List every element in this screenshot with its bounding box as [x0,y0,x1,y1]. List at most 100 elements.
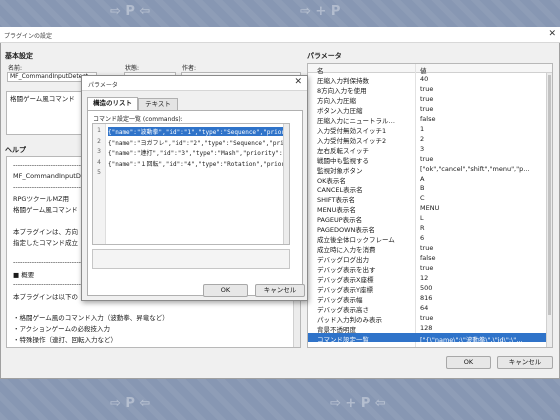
cancel-button[interactable]: キャンセル [497,356,553,369]
parameter-row[interactable]: PAGEDOWN表示名 R [308,223,552,234]
command-row-text: {"name":"連打","id":"3","type":"Mash","pri… [108,150,288,157]
command-row-number: 5 [97,169,101,176]
parameter-row[interactable]: 戦闘中も監視する true [308,154,552,165]
parameter-value: false [420,114,436,123]
dialog-ok-button[interactable]: OK [203,284,248,297]
parameter-value: 500 [420,283,433,292]
window-title: プラグインの設定 [4,33,53,40]
command-row[interactable]: 1 {"name":"波動拳","id":"1","type":"Sequence… [93,126,289,136]
parameter-row[interactable]: 方向入力圧縮 true [308,94,552,105]
window-titlebar: プラグインの設定 ✕ [0,27,560,43]
command-row-number: 3 [97,148,101,155]
parameter-row[interactable]: ボタン入力圧縮 true [308,104,552,115]
command-row[interactable]: 2 {"name":"ヨガフレ","id":"2","type":"Sequenc… [93,137,289,147]
status-label: 状態: [125,65,140,72]
help-line: ■ 概要 [13,271,35,279]
command-row[interactable]: 5 [93,168,289,178]
parameter-value: 1 [420,124,425,133]
parameter-row[interactable]: デバッグ表示幅 816 [308,293,552,304]
parameter-value: true [420,94,434,103]
parameter-value: A [420,174,425,183]
parameter-value: C [420,194,425,203]
background-pattern: ⇨ + P ⇦ [330,396,386,411]
parameter-row[interactable]: 入力受付無効スイッチ2 2 [308,134,552,145]
help-line: 格闘ゲーム風コマンド [13,206,78,215]
command-row-number: 4 [97,158,101,166]
dialog-cancel-button[interactable]: キャンセル [255,284,305,297]
parameter-row[interactable]: コマンド設定一覧 ["{\"name\":\"波動拳\",\"id\":\"… [308,332,552,344]
help-line: 本プラグインは、方向 [13,227,78,236]
parameter-row[interactable]: デバッグ表示Y座標 500 [308,283,552,294]
parameters-scrollbar-thumb[interactable] [548,75,551,315]
description-text: 格闘ゲーム風コマンド [10,95,75,103]
parameter-value: true [420,84,434,93]
tab-text[interactable]: テキスト [138,98,178,110]
parameter-row[interactable]: 監視対象ボタン ["ok","cancel","shift","menu","p… [308,164,552,175]
parameter-value: MENU [420,204,440,213]
command-row[interactable]: 4 {"name":"１回転","id":"4","type":"Rotation… [93,158,289,168]
parameter-value: true [420,154,434,163]
parameter-row[interactable]: MENU表示名 MENU [308,203,552,214]
command-row-number: 2 [97,137,101,145]
command-row[interactable]: 3 {"name":"連打","id":"3","type":"Mash","pr… [93,147,289,157]
parameter-row[interactable]: デバッグ表示を出す true [308,263,552,274]
parameter-value: 12 [420,274,429,282]
parameter-value: true [420,104,434,113]
command-row-text: {"name":"ヨガフレ","id":"2","type":"Sequence… [108,139,288,147]
parameter-row[interactable]: 成立後全体ロックフレーム 6 [308,233,552,244]
parameter-row[interactable]: 背景不透明度 128 [308,323,552,334]
help-line: ・アクションゲームの必殺技入力 [13,325,110,333]
help-header: ヘルプ [5,146,26,154]
help-line: ・入力履歴を利用した特殊システム [13,345,117,348]
command-list-scrollbar[interactable] [283,124,289,244]
parameter-value: 40 [420,75,429,83]
ok-button[interactable]: OK [446,356,491,369]
parameter-row[interactable]: デバッグログ出力 false [308,253,552,264]
parameter-value: R [420,224,425,233]
parameter-row[interactable]: 圧縮入力判保持数 40 [308,74,552,85]
parameters-table: 名 値 圧縮入力判保持数 40 8方向入力を使用 true 方向入力圧縮 true ボタン入… [307,63,553,348]
name-label: 名前: [8,65,23,72]
help-line: ・特殊操作（連打、回転入力など） [13,335,117,344]
command-list-label: コマンド設定一覧 (commands): [93,116,183,123]
parameter-value: 2 [420,134,425,143]
command-row-text: {"name":"波動拳","id":"1","type":"Sequence"… [108,127,288,136]
parameter-value: 6 [420,234,425,243]
parameter-row[interactable]: 圧縮入力にニュートラル… false [308,114,552,125]
parameter-row[interactable]: パッド入力判のみ表示 true [308,313,552,324]
parameter-row[interactable]: 成立時に入力を消費 true [308,243,552,254]
parameter-row[interactable]: PAGEUP表示名 L [308,213,552,224]
parameter-row[interactable]: 8方向入力を使用 true [308,84,552,95]
dialog-close-icon[interactable]: ✕ [294,77,302,87]
parameter-name: コマンド設定一覧 [317,335,369,344]
background-pattern: ⇨ P ⇦ [110,396,151,411]
parameters-scrollbar[interactable] [546,73,552,347]
help-line: ・格闘ゲーム風のコマンド入力（波動拳、昇竜など） [13,314,169,323]
parameters-table-header: 名 値 [308,64,552,75]
background-pattern: ⇨ + P [300,4,341,19]
dialog-titlebar: パラメータ ✕ [82,76,307,91]
close-icon[interactable]: ✕ [548,29,556,39]
parameter-dialog: パラメータ ✕ 構造のリスト テキスト コマンド設定一覧 (commands):… [81,75,308,301]
parameter-row[interactable]: SHIFT表示名 C [308,193,552,204]
parameter-row[interactable]: CANCEL表示名 B [308,183,552,194]
parameter-value: L [420,214,424,223]
parameter-value: ["{\"name\":\"波動拳\",\"id\":\"… [420,335,523,344]
parameter-value: true [420,264,434,273]
parameter-value: B [420,184,425,193]
parameters-header: パラメータ [307,52,342,60]
basic-settings-header: 基本設定 [5,52,33,60]
background-pattern: ⇨ P ⇦ [110,4,151,19]
parameter-row[interactable]: デバッグ表示高さ 64 [308,303,552,314]
command-list[interactable]: 1 {"name":"波動拳","id":"1","type":"Sequence… [92,123,290,245]
command-row-number: 1 [97,127,101,134]
tab-struct-list[interactable]: 構造のリスト [87,97,138,110]
parameter-row[interactable]: 入力受付無効スイッチ1 1 [308,124,552,135]
tab-content: コマンド設定一覧 (commands): 1 {"name":"波動拳","id"… [87,110,303,296]
parameter-row[interactable]: デバッグ表示X座標 12 [308,273,552,284]
parameter-row[interactable]: 左右反転スイッチ 3 [308,144,552,155]
parameter-row[interactable]: OK表示名 A [308,174,552,185]
help-line: RPGツクールMZ用 [13,195,70,204]
parameter-value: true [420,313,434,322]
parameter-value: 128 [420,323,433,332]
